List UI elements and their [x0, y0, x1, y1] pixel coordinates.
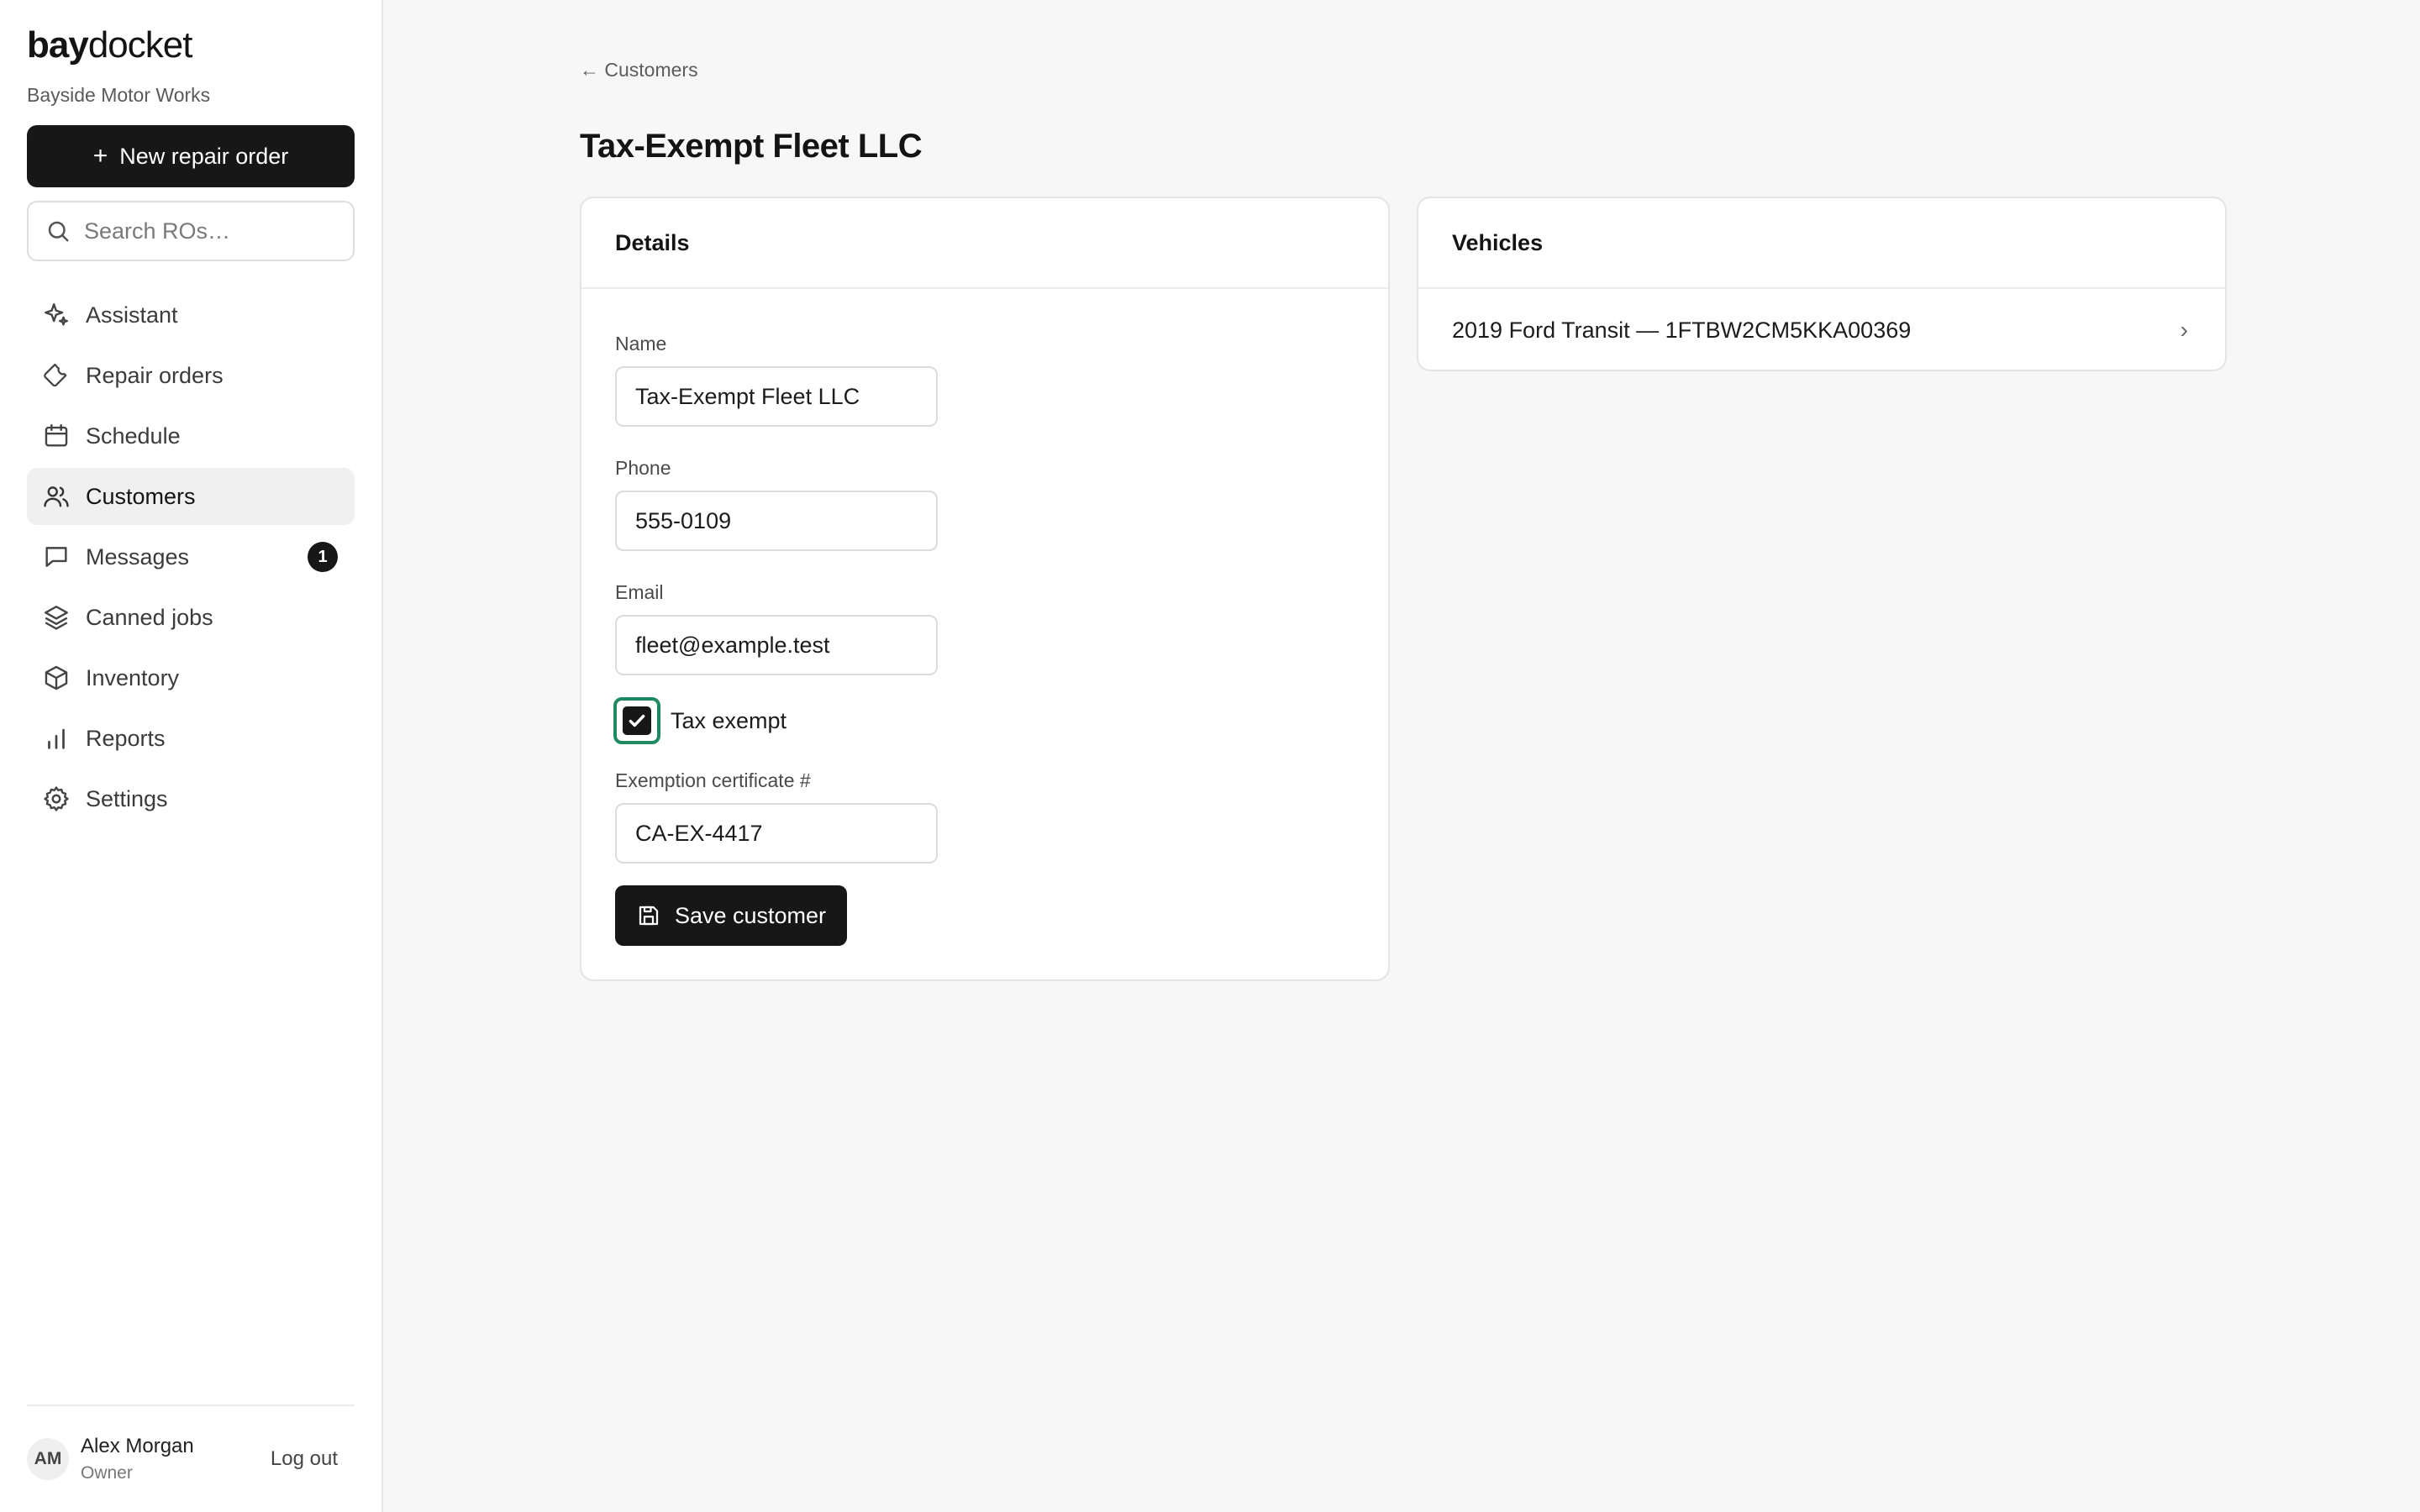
new-repair-order-label: New repair order: [119, 143, 289, 169]
message-icon: [45, 547, 67, 567]
sidebar-item-schedule[interactable]: Schedule: [27, 407, 355, 465]
exemption-certificate-label: Exemption certificate #: [615, 769, 811, 791]
vehicles-card: Vehicles 2019 Ford Transit — 1FTBW2CM5KK…: [1417, 197, 2227, 371]
sidebar-item-label: Inventory: [86, 664, 180, 690]
search-input[interactable]: Search ROs…: [27, 201, 355, 261]
layers-icon: [45, 606, 68, 630]
sidebar-item-label: Assistant: [86, 302, 178, 328]
sidebar-item-label: Messages: [86, 543, 190, 570]
user-panel: AM Alex Morgan Owner Log out: [27, 1404, 355, 1512]
brand-light: docket: [87, 24, 193, 66]
chevron-right-icon: ›: [2180, 317, 2188, 343]
sidebar-item-canned-jobs[interactable]: Canned jobs: [27, 589, 355, 646]
name-label: Name: [615, 333, 667, 354]
save-customer-label: Save customer: [674, 902, 827, 928]
sidebar-item-inventory[interactable]: Inventory: [27, 649, 355, 706]
vehicle-label: 2019 Ford Transit — 1FTBW2CM5KKA00369: [1452, 317, 1912, 343]
main-content: ← Customers Tax-Exempt Fleet LLC Details…: [383, 0, 2420, 1512]
sidebar-item-label: Canned jobs: [86, 604, 213, 630]
brand-logo[interactable]: baydocket: [27, 24, 355, 67]
search-icon: [48, 221, 69, 242]
vehicle-row[interactable]: 2019 Ford Transit — 1FTBW2CM5KKA00369 ›: [1418, 289, 2225, 371]
page-title: Tax-Exempt Fleet LLC: [580, 128, 923, 165]
sidebar-item-settings[interactable]: Settings: [27, 770, 355, 827]
user-info: Alex Morgan Owner: [81, 1435, 194, 1483]
phone-field[interactable]: 555-0109: [615, 491, 938, 551]
sidebar-item-repair-orders[interactable]: Repair orders: [27, 347, 355, 404]
logout-button[interactable]: Log out: [271, 1447, 355, 1471]
check-icon: [623, 706, 651, 735]
save-icon: [639, 906, 659, 926]
sidebar-item-label: Settings: [86, 785, 168, 811]
name-field[interactable]: Tax-Exempt Fleet LLC: [615, 366, 938, 427]
bar-chart-icon: [48, 728, 65, 749]
app-shell: baydocket Bayside Motor Works + New repa…: [0, 0, 2420, 1512]
sidebar-item-label: Reports: [86, 725, 166, 751]
exemption-certificate-field[interactable]: CA-EX-4417: [615, 803, 938, 864]
sidebar-item-reports[interactable]: Reports: [27, 710, 355, 767]
sidebar-item-assistant[interactable]: Assistant: [27, 286, 355, 344]
sidebar-nav: Assistant Repair orders Schedule Custome…: [27, 286, 355, 827]
tax-exempt-toggle: Tax exempt: [613, 697, 786, 744]
email-label: Email: [615, 581, 664, 603]
phone-label: Phone: [615, 457, 671, 479]
save-customer-button[interactable]: Save customer: [615, 885, 847, 946]
sidebar-item-customers[interactable]: Customers: [27, 468, 355, 525]
plus-icon: +: [92, 142, 108, 170]
user-role: Owner: [81, 1463, 133, 1483]
sparkle-icon: [45, 303, 68, 326]
sidebar-item-label: Repair orders: [86, 362, 224, 388]
sidebar-item-messages[interactable]: Messages 1: [27, 528, 355, 585]
wrench-icon: [44, 363, 67, 387]
new-repair-order-button[interactable]: + New repair order: [27, 125, 355, 187]
tax-exempt-label[interactable]: Tax exempt: [671, 708, 786, 734]
user-name: Alex Morgan: [81, 1435, 194, 1457]
back-to-customers-link[interactable]: ← Customers: [580, 59, 698, 81]
email-field[interactable]: fleet@example.test: [615, 615, 938, 675]
avatar: AM: [27, 1438, 69, 1480]
sidebar-item-label: Schedule: [86, 423, 181, 449]
details-card: Details Name Tax-Exempt Fleet LLC Phone …: [580, 197, 1390, 981]
gear-icon: [44, 786, 69, 811]
tax-exempt-checkbox[interactable]: [613, 697, 660, 744]
box-icon: [45, 665, 68, 690]
brand-bold: bay: [27, 24, 89, 66]
messages-count-badge: 1: [308, 542, 338, 572]
users-icon: [44, 486, 69, 507]
calendar-icon: [45, 424, 68, 447]
sidebar: baydocket Bayside Motor Works + New repa…: [0, 0, 383, 1512]
sidebar-item-label: Customers: [86, 483, 196, 509]
details-heading: Details: [581, 198, 1388, 289]
vehicles-heading: Vehicles: [1418, 198, 2225, 289]
search-placeholder: Search ROs…: [84, 218, 231, 244]
shop-name: Bayside Motor Works: [27, 84, 211, 106]
